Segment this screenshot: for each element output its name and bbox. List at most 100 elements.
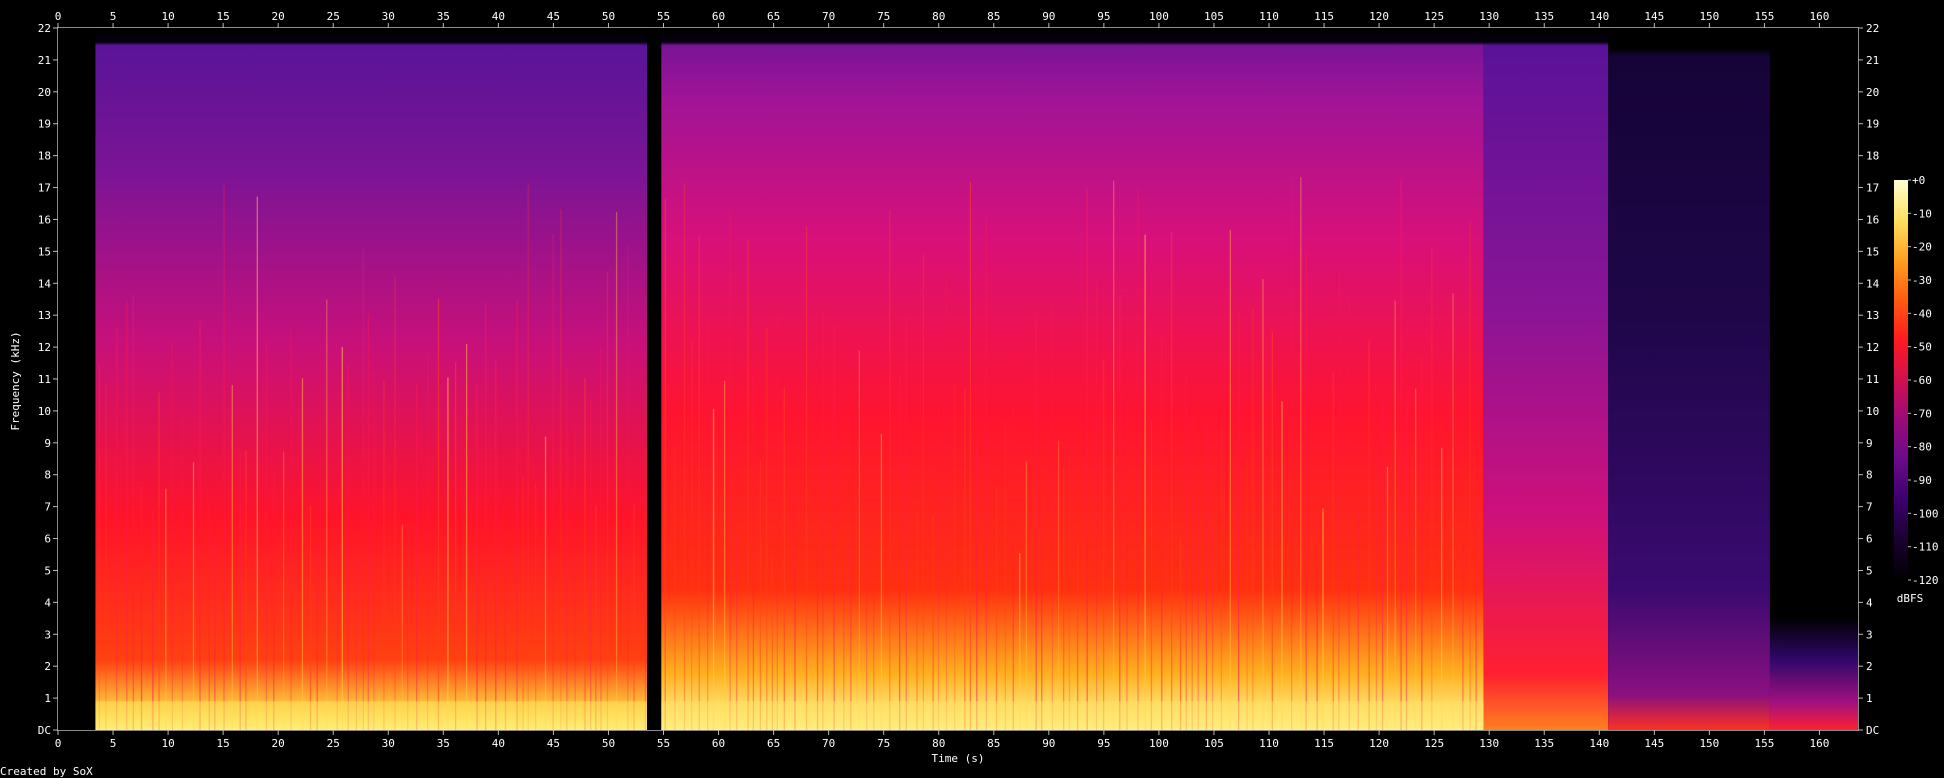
spectrogram-streak [208, 501, 210, 730]
x-tick-label: 135 [1534, 737, 1554, 750]
spectrogram-streak [1375, 441, 1378, 730]
x-tick-label: 145 [1644, 10, 1664, 23]
x-tick-label: 5 [110, 737, 117, 750]
spectrogram-streak [976, 438, 978, 730]
y-tick-label: 18 [38, 150, 51, 163]
spectrogram-streak [309, 506, 312, 730]
spectrogram-streak [1381, 400, 1384, 730]
y-tick-label: 16 [38, 213, 51, 226]
x-tick-label: 105 [1204, 10, 1224, 23]
spectrogram-streak [1237, 310, 1240, 730]
colorbar-tick-label: -10 [1912, 207, 1932, 220]
spectrogram-streak [394, 277, 396, 730]
colorbar-tick-label: +0 [1912, 174, 1925, 187]
spectrogram-streak [256, 196, 258, 730]
spectrogram-streak [850, 532, 852, 730]
spectrogram-streak [937, 400, 940, 730]
spectrogram-streak [889, 210, 891, 730]
spectrogram-streak [416, 384, 418, 730]
y-tick-label: 21 [1866, 54, 1879, 67]
spectrogram-streak [1271, 332, 1273, 730]
spectrogram-streak [1394, 300, 1396, 730]
spectrogram-streak [633, 502, 635, 730]
spectrogram-streak [158, 392, 160, 730]
x-tick-label: 75 [877, 737, 890, 750]
spectrogram-streak [964, 388, 966, 730]
low-frequency-band [661, 701, 1484, 730]
spectrogram-streak [1179, 537, 1182, 730]
y-tick-label: 16 [1866, 213, 1879, 226]
spectrogram-streak [347, 363, 349, 730]
x-tick-label: 45 [547, 737, 560, 750]
x-tick-label: 80 [932, 10, 945, 23]
x-tick-label: 120 [1369, 10, 1389, 23]
spectrogram-streak [1137, 187, 1139, 731]
spectrogram-streak [664, 199, 666, 731]
spectrogram-streak [527, 184, 529, 731]
spectrogram-streak [401, 524, 403, 730]
y-tick-label: 17 [1866, 182, 1879, 195]
colorbar-tick-label: -80 [1912, 441, 1932, 454]
spectrogram-streak [707, 318, 709, 730]
spectrogram-streak [1469, 221, 1471, 730]
x-tick-label: 10 [161, 10, 174, 23]
y-tick-label: 10 [38, 405, 51, 418]
spectrogram-streak [140, 486, 143, 730]
colorbar-tick-label: -60 [1912, 374, 1932, 387]
y-axis-title: Frequency (kHz) [9, 331, 22, 430]
x-tick-label: 95 [1097, 737, 1110, 750]
x-tick-label: 125 [1424, 737, 1444, 750]
spectrogram-streak [1252, 308, 1254, 730]
spectrogram-streak [1191, 415, 1193, 730]
spectrogram-streak [1305, 251, 1307, 730]
y-tick-label: 4 [44, 596, 51, 609]
spectrogram-streak [1150, 421, 1153, 730]
spectrogram-streak [1338, 271, 1340, 730]
spectrogram-streak [105, 383, 107, 730]
spectrogram-streak [932, 514, 934, 730]
x-tick-label: 30 [382, 737, 395, 750]
spectrogram-streak [1185, 373, 1187, 730]
y-tick-label: 2 [44, 660, 51, 673]
spectrogram-streak [922, 253, 925, 730]
spectrogram-segment [1483, 28, 1609, 730]
spectrogram-streak [766, 328, 768, 730]
spectrogram-streak [995, 488, 998, 730]
x-tick-label: 50 [602, 10, 615, 23]
spectrogram-streak [98, 365, 101, 730]
x-tick-label: 150 [1699, 737, 1719, 750]
spectrogram-streak [865, 522, 868, 730]
x-tick-label: 65 [767, 10, 780, 23]
spectrogram-streak [239, 452, 241, 730]
spectrogram-streak [1119, 294, 1121, 730]
spectrogram-streak [544, 436, 547, 730]
spectrogram-streak [691, 339, 693, 730]
y-tick-label: 17 [38, 182, 51, 195]
spectrogram-streak [1126, 404, 1128, 730]
spectrogram-streak [282, 451, 285, 730]
x-tick-label: 40 [492, 10, 505, 23]
spectrogram-streak [552, 233, 554, 730]
y-axis-left: DC12345678910111213141516171819202122 [38, 22, 58, 737]
y-tick-label: 6 [1866, 533, 1873, 546]
x-axis-bottom: 0 5 10 15 20 25 30 35 40 45 50 55 60 65 70 75 80 85 90 95 10… [55, 730, 1829, 750]
spectrogram-streak [1197, 497, 1199, 730]
x-tick-label: 90 [1042, 10, 1055, 23]
x-tick-label: 160 [1810, 10, 1830, 23]
y-tick-label: 13 [38, 309, 51, 322]
spectrogram-streak [644, 447, 647, 730]
x-tick-label: 50 [602, 737, 615, 750]
spectrogram-streak [759, 460, 762, 730]
spectrogram-streak [1290, 176, 1293, 731]
spectrogram-streak [615, 212, 618, 731]
spectrogram-streak [1316, 517, 1318, 730]
spectrogram-streak [954, 383, 956, 730]
spectrogram-streak [516, 300, 518, 730]
x-tick-label: 65 [767, 737, 780, 750]
spectrogram-streak [426, 350, 429, 730]
spectrogram-streak [945, 274, 948, 730]
spectrogram-streak [1421, 357, 1423, 730]
x-tick-label: 100 [1149, 737, 1169, 750]
spectrogram-streak [747, 240, 749, 730]
spectrogram-streak [1025, 461, 1028, 730]
